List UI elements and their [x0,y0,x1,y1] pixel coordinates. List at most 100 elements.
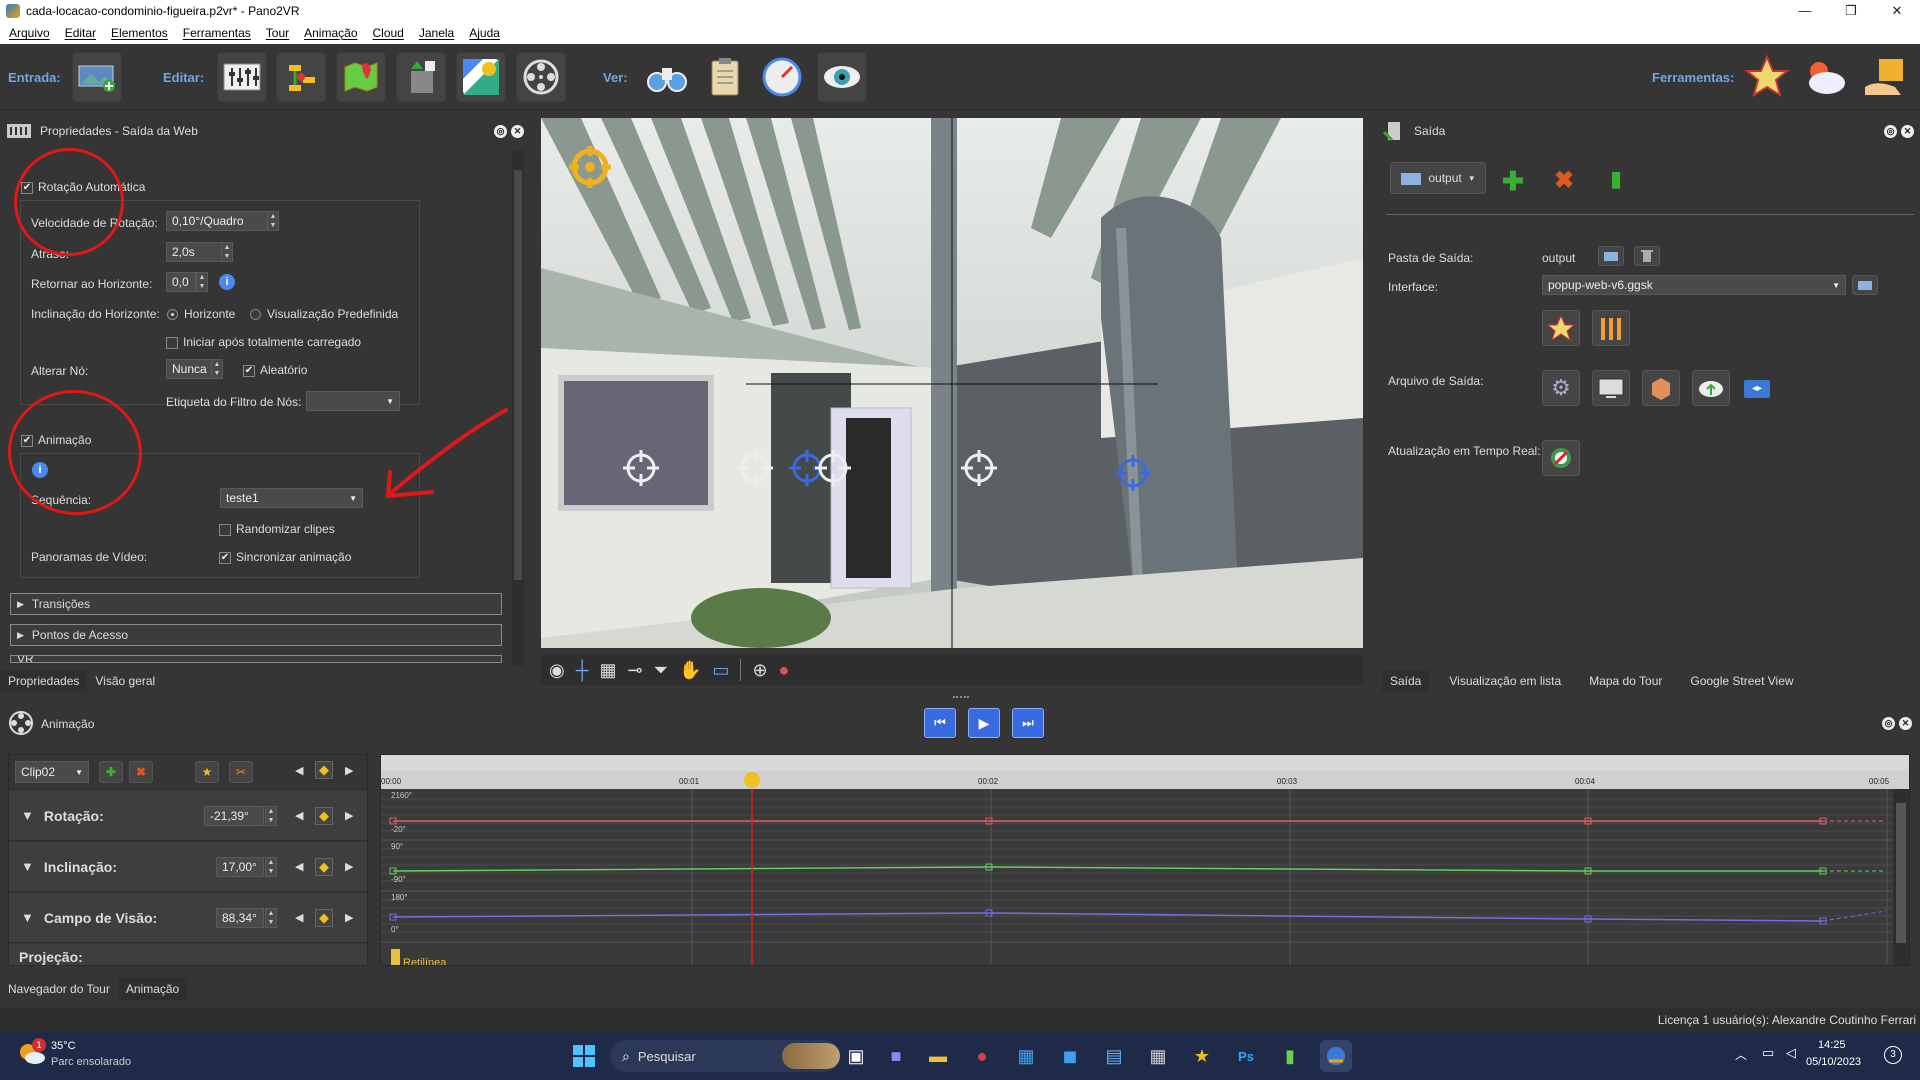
radio-visualizacao-predefinida[interactable]: Visualização Predefinida [250,307,398,321]
expand-icon[interactable]: ▼ [21,808,34,823]
browser-icon[interactable]: ● [966,1040,998,1072]
pano-tool-icon[interactable]: ★ [1186,1040,1218,1072]
open-folder-icon[interactable] [1598,246,1624,266]
splitter-handle[interactable] [953,696,969,698]
color-balls-icon[interactable]: ● [779,660,790,681]
keyframe-icon[interactable]: ◆ [315,806,333,825]
radio-horizonte[interactable]: Horizonte [167,307,235,321]
pano2vr-taskbar-icon[interactable] [1320,1040,1352,1072]
prev-key-icon[interactable]: ◀ [295,809,303,822]
tools-icon[interactable] [1592,310,1630,346]
binoculars-icon[interactable] [642,52,692,102]
float-icon[interactable]: ◎ [1882,717,1895,730]
skip-end-button[interactable]: ⏭ [1012,708,1044,738]
section-transicoes[interactable]: ▶ Transições [10,593,502,615]
hotspots-icon[interactable] [396,52,446,102]
open-skin-icon[interactable] [1852,275,1878,295]
compass-icon[interactable]: ◉ [549,660,565,681]
taskbar-search[interactable]: ⌕ Pesquisar [610,1040,840,1072]
interface-dropdown[interactable]: popup-web-v6.ggsk ▼ [1542,275,1846,295]
sequence-dropdown[interactable]: teste1 ▼ [220,488,363,508]
google-street-view-icon[interactable] [456,52,506,102]
grid-icon[interactable]: ▦ [599,660,616,681]
clip-dropdown[interactable]: Clip02 ▼ [15,761,89,783]
info-icon[interactable]: i [219,274,235,290]
teams-icon[interactable]: ■ [880,1040,912,1072]
keyframe-icon[interactable]: ◆ [315,857,333,876]
menu-editar[interactable]: Editar [56,26,102,40]
tour-map-icon[interactable] [336,52,386,102]
next-key-icon[interactable]: ▶ [345,860,353,873]
file-explorer-icon[interactable]: ▬ [922,1040,954,1072]
section-pontos-de-acesso[interactable]: ▶ Pontos de Acesso [10,624,502,646]
next-key-icon[interactable]: ▶ [345,911,353,924]
transfer-icon[interactable]: ◂▸ [1744,380,1770,398]
close-button[interactable]: ✕ [1874,3,1920,19]
timeline-vscrollbar[interactable] [1893,789,1909,965]
tools-icon[interactable]: ✂ [229,761,253,783]
calculator-icon[interactable]: ▦ [1142,1040,1174,1072]
track-projecao[interactable]: Projeção: [9,944,367,966]
tab-animacao[interactable]: Animação [117,978,188,1000]
random-checkbox[interactable]: ✔ Aleatório [243,363,307,377]
playhead-marker[interactable] [744,772,760,788]
funnel-icon[interactable]: ⏷ [654,660,668,681]
tab-google-street-view[interactable]: Google Street View [1670,670,1801,692]
skip-start-button[interactable]: ⏮ [924,708,956,738]
notes-icon[interactable]: ▮ [1274,1040,1306,1072]
hotspot-marker-active[interactable] [567,144,613,193]
tab-propriedades[interactable]: Propriedades [0,670,88,692]
change-node-spinner[interactable]: ▲ ▼ [211,359,223,379]
preview-screen-icon[interactable] [1592,370,1630,406]
panorama-viewer[interactable] [541,118,1363,648]
notification-badge[interactable]: 3 [1884,1046,1902,1064]
task-view-icon[interactable]: ▣ [840,1040,872,1072]
skin-editor-icon[interactable] [1542,310,1580,346]
keyframe-icon[interactable]: ◆ [315,761,333,779]
realtime-update-icon[interactable] [1542,440,1580,476]
change-node-input[interactable]: Nunca [166,359,212,379]
tab-visao-geral[interactable]: Visão geral [87,670,163,692]
close-panel-icon[interactable]: ✕ [1899,717,1912,730]
speed-input[interactable]: 0,10°/Quadro [166,211,268,231]
prev-key-icon[interactable]: ◀ [295,764,303,777]
trash-icon[interactable] [1634,246,1660,266]
menu-ferramentas[interactable]: Ferramentas [174,26,257,40]
cloud-upload-icon[interactable] [1692,370,1730,406]
tour-browser-icon[interactable] [276,52,326,102]
maximize-button[interactable]: ❐ [1828,3,1874,19]
file-output-icon[interactable]: ▮ [1610,166,1622,192]
image-icon[interactable]: ▭ [712,660,729,681]
animation-icon[interactable] [516,52,566,102]
tab-navegador-do-tour[interactable]: Navegador do Tour [0,978,118,1000]
photoshop-icon[interactable]: Ps [1230,1040,1262,1072]
hotspot-marker[interactable] [735,448,775,491]
network-icon[interactable]: ▭ [1762,1045,1774,1061]
menu-tour[interactable]: Tour [257,26,295,40]
play-button[interactable]: ▶ [968,708,1000,738]
hotspot-marker-selected[interactable] [1113,453,1153,496]
tab-saida[interactable]: Saída [1382,670,1430,692]
expand-icon[interactable]: ▼ [21,910,34,925]
timeline-scrubber[interactable] [381,755,1909,771]
hand-icon[interactable]: ✋ [679,660,701,681]
randomize-checkbox[interactable]: Randomizar clipes [219,522,335,536]
menu-animacao[interactable]: Animação [295,26,363,40]
prev-key-icon[interactable]: ◀ [295,860,303,873]
track-rotacao[interactable]: ▼ Rotação: -21,39° ▲ ▼ ◀ ◆ ▶ [9,791,367,841]
settings-gear-icon[interactable]: ⚙ [1542,370,1580,406]
menu-cloud[interactable]: Cloud [364,26,410,40]
hotspot-marker[interactable] [621,448,661,491]
track-spinner[interactable]: ▲ ▼ [265,856,277,877]
target-icon[interactable]: ⊕ [752,660,767,681]
delete-clip-icon[interactable]: ✖ [129,761,153,783]
measure-icon[interactable]: ⊸ [628,660,643,681]
track-value-input[interactable]: 88,34° [216,907,264,928]
tab-visualizacao-em-lista[interactable]: Visualização em lista [1429,670,1569,692]
add-hotspot-icon[interactable]: ┼ [576,660,589,681]
next-key-icon[interactable]: ▶ [345,764,353,777]
hotspot-marker[interactable] [959,448,999,491]
clipboard-icon[interactable] [700,52,750,102]
clock-time[interactable]: 14:25 [1818,1039,1846,1051]
start-loaded-checkbox[interactable]: Iniciar após totalmente carregado [166,335,361,349]
